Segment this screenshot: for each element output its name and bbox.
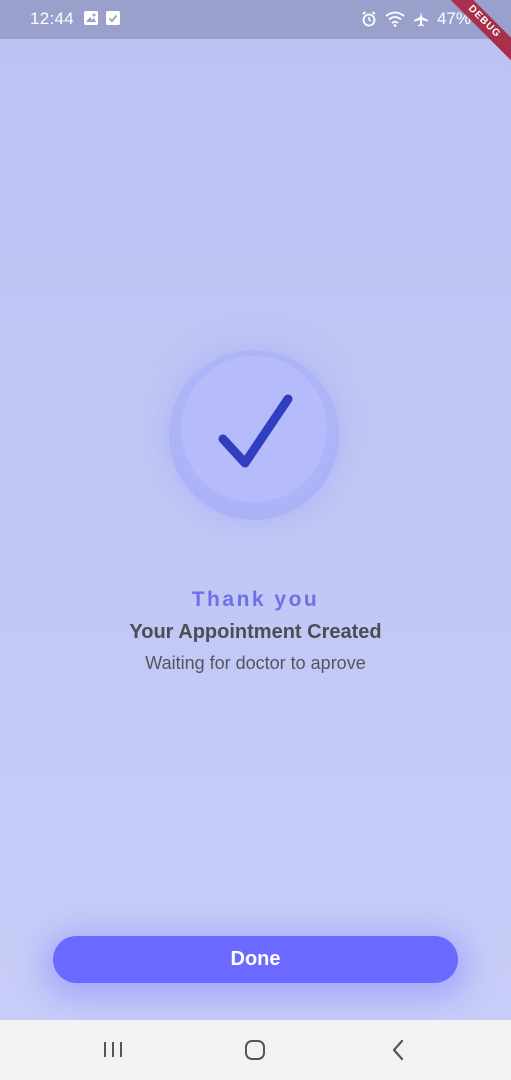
success-check-circle [169,350,339,520]
back-icon [392,1039,404,1061]
recent-apps-button[interactable] [93,1032,133,1068]
gallery-icon [84,11,98,25]
check-icon [218,394,293,468]
airplane-icon [413,12,428,27]
home-button[interactable] [235,1032,275,1068]
download-check-icon [106,11,120,25]
appointment-title: Your Appointment Created [129,621,382,643]
thanks-heading: Thank you [191,588,320,611]
done-button[interactable]: Done [53,936,458,983]
status-time: 12:44 [30,9,75,28]
back-button[interactable] [378,1032,418,1068]
status-notification-icons [84,11,120,25]
recent-apps-icon [104,1042,122,1057]
home-icon [245,1040,265,1060]
status-bar: 12:44 47% [0,0,511,39]
alarm-icon [362,11,376,27]
wifi-icon [385,11,405,27]
status-system-icons: 47% [361,9,471,29]
system-navigation-bar [0,1020,511,1080]
appointment-subtitle: Waiting for doctor to aprove [145,653,366,673]
